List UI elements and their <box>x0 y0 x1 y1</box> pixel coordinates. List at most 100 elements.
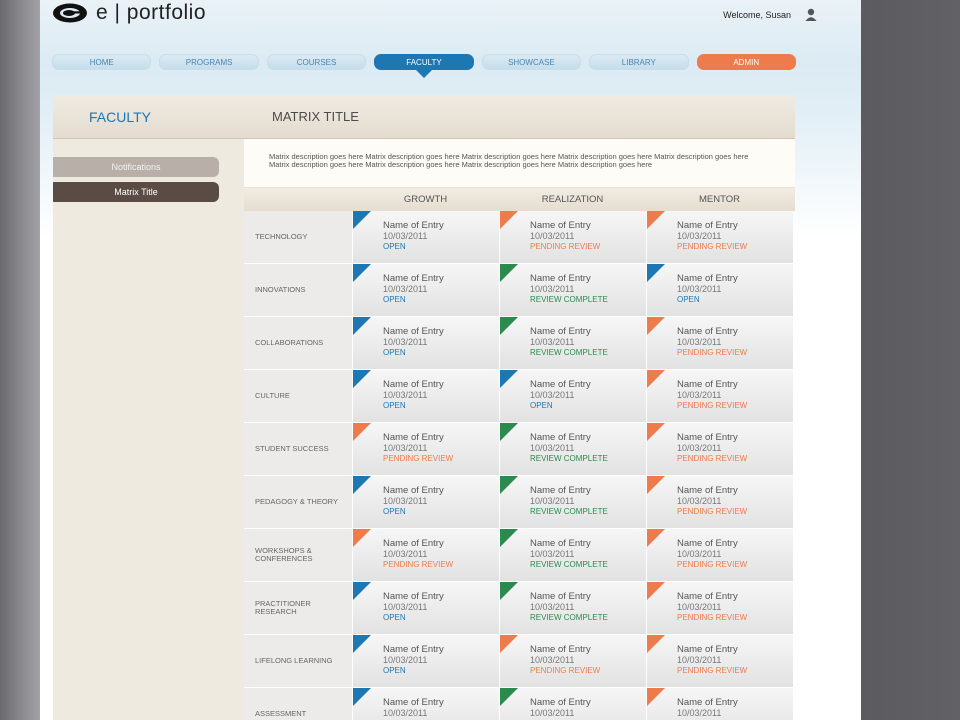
matrix-cell-growth[interactable]: Name of Entry10/03/2011OPEN <box>353 264 499 316</box>
matrix-cell-mentor[interactable]: Name of Entry10/03/2011PENDING REVIEW <box>647 476 793 528</box>
entry-date: 10/03/2011 <box>677 284 722 294</box>
matrix-cell-realization[interactable]: Name of Entry 10/03/2011 PENDING REVIEW <box>500 211 646 263</box>
status-flag-icon <box>500 635 518 653</box>
matrix-cell-growth[interactable]: Name of Entry 10/03/2011 PENDING REVIEW <box>353 423 499 475</box>
matrix-cell-growth[interactable]: Name of Entry10/03/2011OPEN <box>353 635 499 687</box>
matrix-cell-realization[interactable]: Name of Entry10/03/2011REVIEW COMPLETE <box>500 529 646 581</box>
nav-tab-faculty[interactable]: FACULTY <box>374 54 474 78</box>
status-flag-icon <box>500 317 518 335</box>
entry-date: 10/03/2011 <box>530 708 575 718</box>
status-flag-icon <box>353 370 371 388</box>
entry-date: 10/03/2011 <box>677 549 722 559</box>
matrix-cell-growth[interactable]: Name of Entry10/03/2011OPEN <box>353 582 499 634</box>
entry-name: Name of Entry <box>530 326 591 337</box>
entry-date: 10/03/2011 <box>530 337 575 347</box>
entry-date: 10/03/2011 <box>677 337 722 347</box>
matrix-cell-mentor[interactable]: Name of Entry10/03/2011PENDING REVIEW <box>647 370 793 422</box>
entry-status: OPEN <box>383 666 406 675</box>
user-icon[interactable] <box>805 8 817 22</box>
matrix-cell-realization[interactable]: Name of Entry10/03/2011REVIEW COMPLETE <box>500 423 646 475</box>
entry-name: Name of Entry <box>530 697 591 708</box>
nav-tab-programs[interactable]: PROGRAMS <box>159 54 259 70</box>
matrix-cell-mentor[interactable]: Name of Entry 10/03/2011 OPEN <box>647 264 793 316</box>
entry-status: REVIEW COMPLETE <box>530 348 608 357</box>
nav-tab-courses[interactable]: COURSES <box>266 54 367 70</box>
status-flag-icon <box>353 211 371 229</box>
entry-status: PENDING REVIEW <box>677 613 748 622</box>
entry-date: 10/03/2011 <box>530 602 575 612</box>
entry-name: Name of Entry <box>677 644 738 655</box>
entry-date: 10/03/2011 <box>677 231 722 241</box>
entry-date: 10/03/2011 <box>383 496 428 506</box>
matrix-cell-growth[interactable]: Name of Entry 10/03/2011 PENDING REVIEW <box>353 529 499 581</box>
matrix-cell-mentor[interactable]: Name of Entry10/03/2011PENDING REVIEW <box>647 582 793 634</box>
entry-name: Name of Entry <box>677 697 738 708</box>
row-label: STUDENT SUCCESS <box>244 423 352 475</box>
entry-date: 10/03/2011 <box>383 284 428 294</box>
entry-name: Name of Entry <box>530 485 591 496</box>
nav-tab-library[interactable]: LIBRARY <box>589 54 689 70</box>
matrix-column-headers: GROWTH REALIZATION MENTOR <box>244 187 795 211</box>
status-flag-icon <box>647 317 665 335</box>
matrix-cell-growth[interactable]: Name of Entry10/03/2011OPEN <box>353 317 499 369</box>
matrix-cell-growth[interactable]: Name of Entry10/03/2011OPEN <box>353 476 499 528</box>
status-flag-icon <box>647 423 665 441</box>
matrix-cell-realization[interactable]: Name of Entry 10/03/2011 OPEN <box>500 370 646 422</box>
row-label: INNOVATIONS <box>244 264 352 316</box>
entry-status: PENDING REVIEW <box>677 507 748 516</box>
main-panel: MATRIX TITLE Matrix description goes her… <box>244 95 795 720</box>
entry-status: PENDING REVIEW <box>677 454 748 463</box>
matrix-row: TECHNOLOGY Name of Entry 10/03/2011 OPEN Nam… <box>244 211 795 264</box>
status-flag-icon <box>353 529 371 547</box>
status-flag-icon <box>353 264 371 282</box>
matrix-cell-mentor[interactable]: Name of Entry10/03/2011PENDING REVIEW <box>647 635 793 687</box>
status-flag-icon <box>647 264 665 282</box>
entry-status: OPEN <box>383 613 406 622</box>
entry-name: Name of Entry <box>530 538 591 549</box>
entry-status: PENDING REVIEW <box>677 666 748 675</box>
matrix-cell-realization[interactable]: Name of Entry10/03/2011REVIEW COMPLETE <box>500 264 646 316</box>
status-flag-icon <box>647 635 665 653</box>
matrix-cell-mentor[interactable]: Name of Entry10/03/2011PENDING REVIEW <box>647 211 793 263</box>
matrix-cell-realization[interactable]: Name of Entry 10/03/2011 PENDING REVIEW <box>500 635 646 687</box>
matrix-cell-mentor[interactable]: Name of Entry10/03/2011PENDING REVIEW <box>647 423 793 475</box>
entry-date: 10/03/2011 <box>383 443 428 453</box>
matrix-cell-realization[interactable]: Name of Entry10/03/2011REVIEW COMPLETE <box>500 317 646 369</box>
matrix-row: CULTURE Name of Entry 10/03/2011 OPEN Name o… <box>244 370 795 423</box>
entry-name: Name of Entry <box>677 379 738 390</box>
entry-name: Name of Entry <box>383 697 444 708</box>
nav-tab-showcase[interactable]: SHOWCASE <box>481 54 582 70</box>
matrix-cell-growth[interactable]: Name of Entry10/03/2011OPEN <box>353 688 499 720</box>
matrix-grid: TECHNOLOGY Name of Entry 10/03/2011 OPEN Nam… <box>244 211 795 720</box>
status-flag-icon <box>500 370 518 388</box>
entry-name: Name of Entry <box>530 591 591 602</box>
nav-tab-admin[interactable]: ADMIN <box>696 54 796 70</box>
entry-date: 10/03/2011 <box>677 390 722 400</box>
matrix-cell-realization[interactable]: Name of Entry10/03/2011REVIEW COMPLETE <box>500 582 646 634</box>
entry-date: 10/03/2011 <box>530 390 575 400</box>
entry-date: 10/03/2011 <box>530 443 575 453</box>
matrix-cell-growth[interactable]: Name of Entry10/03/2011OPEN <box>353 211 499 263</box>
matrix-cell-mentor[interactable]: Name of Entry10/03/2011PENDING REVIEW <box>647 529 793 581</box>
entry-status: PENDING REVIEW <box>677 348 748 357</box>
status-flag-icon <box>500 529 518 547</box>
status-flag-icon <box>500 582 518 600</box>
entry-date: 10/03/2011 <box>677 602 722 612</box>
matrix-cell-mentor[interactable]: Name of Entry10/03/2011PENDING REVIEW <box>647 688 793 720</box>
row-label: CULTURE <box>244 370 352 422</box>
sidebar-item-notifications[interactable]: Notifications <box>53 157 219 177</box>
logo[interactable]: e | portfolio <box>52 1 206 25</box>
status-flag-icon <box>647 476 665 494</box>
entry-date: 10/03/2011 <box>383 655 428 665</box>
matrix-cell-growth[interactable]: Name of Entry10/03/2011OPEN <box>353 370 499 422</box>
row-label: COLLABORATIONS <box>244 317 352 369</box>
matrix-cell-realization[interactable]: Name of Entry10/03/2011REVIEW COMPLETE <box>500 688 646 720</box>
matrix-cell-realization[interactable]: Name of Entry10/03/2011REVIEW COMPLETE <box>500 476 646 528</box>
nav-tab-home[interactable]: HOME <box>52 54 152 70</box>
matrix-cell-mentor[interactable]: Name of Entry10/03/2011PENDING REVIEW <box>647 317 793 369</box>
entry-name: Name of Entry <box>530 379 591 390</box>
entry-status: REVIEW COMPLETE <box>530 507 608 516</box>
status-flag-icon <box>647 529 665 547</box>
eportfolio-logo-icon <box>53 3 87 23</box>
sidebar-item-matrix-title[interactable]: Matrix Title <box>53 182 219 202</box>
